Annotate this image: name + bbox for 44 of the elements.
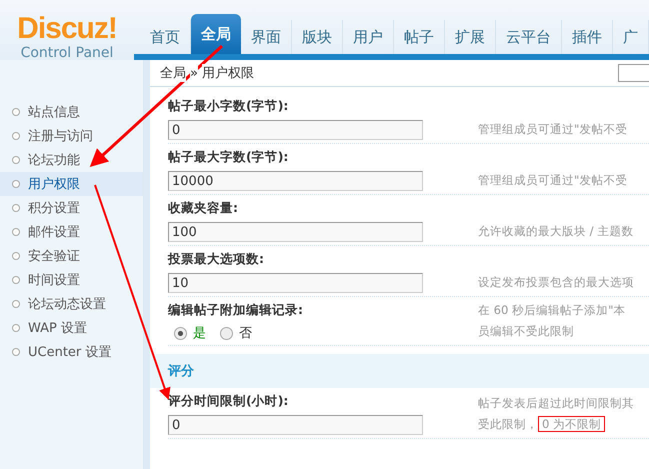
sidebar-item[interactable]: 邮件设置 [0, 220, 143, 244]
input-field[interactable]: 10 [168, 273, 423, 293]
radio-option[interactable]: 否 [220, 324, 252, 342]
radio-icon[interactable] [174, 326, 187, 340]
radio-icon[interactable] [220, 326, 233, 340]
sidebar-item[interactable]: 站点信息 [0, 100, 143, 124]
radio-label: 否 [239, 325, 252, 342]
setting-description: 管理组成员可通过"发帖不受 [478, 121, 628, 138]
sidebar-item[interactable]: 用户权限 [0, 172, 143, 196]
setting-label: 评分时间限制(小时): [168, 393, 290, 410]
setting-description: 受此限制， 0 为不限制 [478, 416, 634, 433]
breadcrumb-separator: » [190, 66, 198, 80]
nav-tab[interactable]: 全局 [191, 14, 241, 54]
input-field[interactable]: 0 [168, 120, 423, 140]
section-header: 评分 [150, 354, 649, 388]
setting-label: 帖子最小字数(字节): [168, 98, 290, 115]
setting-label: 帖子最大字数(字节): [168, 149, 290, 166]
setting-description: 在 60 秒后编辑帖子添加"本 [478, 302, 626, 319]
sidebar-item[interactable]: 论坛功能 [0, 148, 143, 172]
breadcrumb-link[interactable]: 全局 [160, 64, 186, 82]
setting-description: 设定发布投票包含的最大选项 [478, 274, 634, 291]
input-field[interactable]: 100 [168, 222, 423, 242]
sidebar-item[interactable]: 注册与访问 [0, 124, 143, 148]
input-field[interactable]: 10000 [168, 171, 423, 191]
radio-label: 是 [193, 325, 206, 342]
sidebar-item[interactable]: 积分设置 [0, 196, 143, 220]
setting-description: 管理组成员可通过"发帖不受 [478, 172, 628, 189]
sidebar-item[interactable]: 安全验证 [0, 244, 143, 268]
setting-label: 收藏夹容量: [168, 200, 239, 217]
setting-description: 帖子发表后超过此时间限制其 [478, 395, 634, 412]
sidebar-item[interactable]: UCenter 设置 [0, 340, 143, 364]
sidebar-item[interactable]: WAP 设置 [0, 316, 143, 340]
input-field[interactable]: 0 [168, 415, 423, 435]
logo-subtitle: Control Panel [20, 44, 114, 62]
sidebar-item[interactable]: 论坛动态设置 [0, 292, 143, 316]
setting-label: 编辑帖子附加编辑记录: [168, 302, 304, 319]
setting-description: 允许收藏的最大版块 / 主题数 [478, 223, 634, 240]
breadcrumb-current: 用户权限 [202, 64, 254, 82]
search-field[interactable] [618, 64, 649, 82]
logo-text: Discuz! [17, 14, 117, 44]
setting-label: 投票最大选项数: [168, 251, 265, 268]
sidebar-item[interactable]: 时间设置 [0, 268, 143, 292]
radio-option[interactable]: 是 [174, 324, 206, 342]
setting-description: 员编辑不受此限制 [478, 323, 575, 340]
